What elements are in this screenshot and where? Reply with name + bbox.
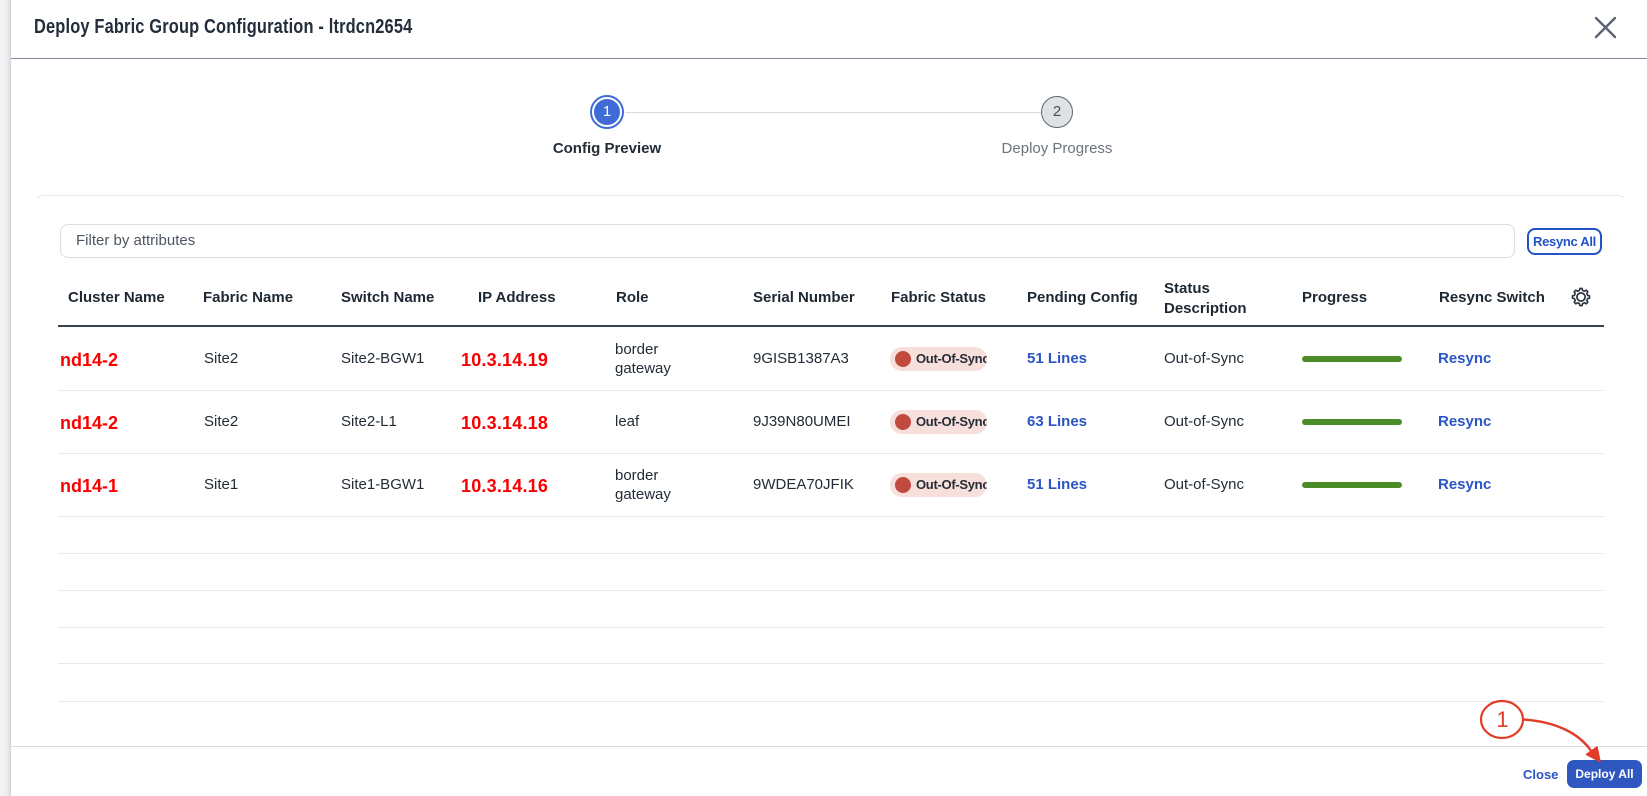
svg-text:1: 1 [1496, 707, 1508, 732]
